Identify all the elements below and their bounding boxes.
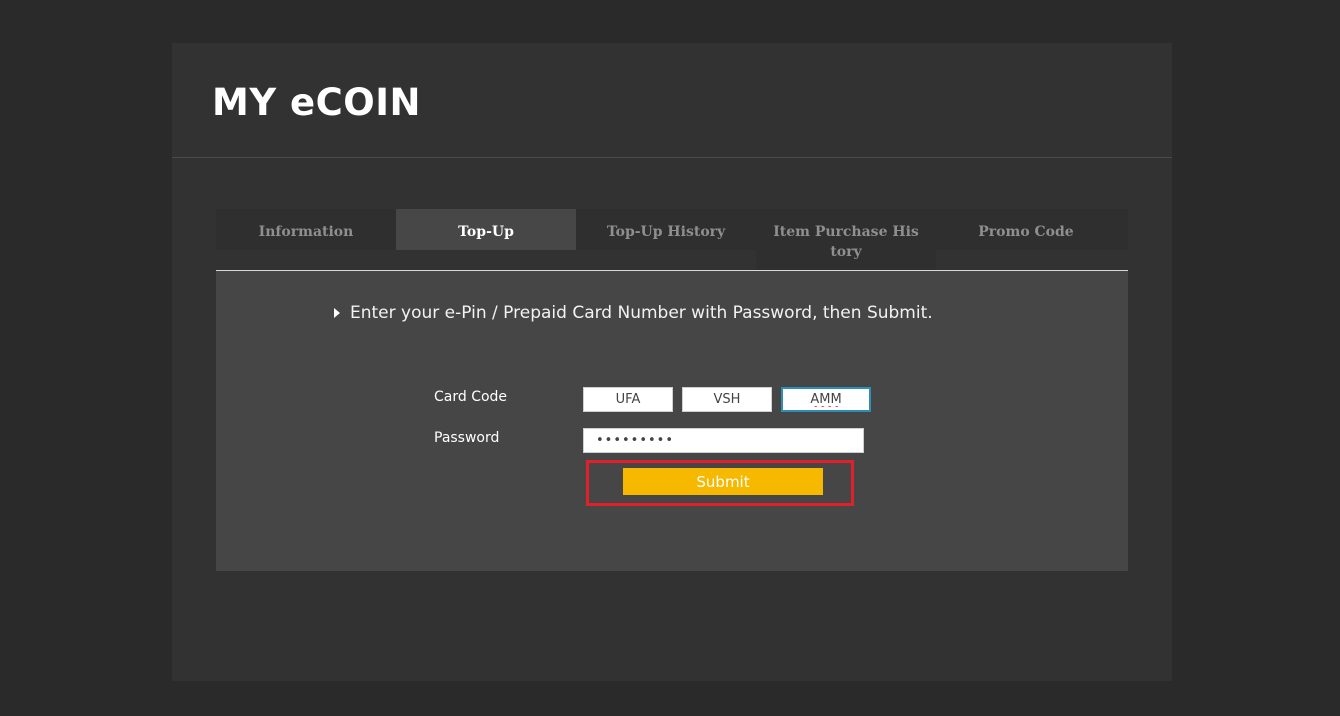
tab-top-up[interactable]: Top-Up bbox=[396, 209, 576, 250]
card-code-input-3[interactable] bbox=[781, 387, 871, 412]
instruction-text: Enter your e-Pin / Prepaid Card Number w… bbox=[334, 303, 933, 323]
tab-promo-code[interactable]: Promo Code bbox=[936, 209, 1116, 250]
card-code-input-1[interactable] bbox=[583, 387, 673, 412]
submit-button[interactable]: Submit bbox=[623, 468, 823, 495]
instruction-label: Enter your e-Pin / Prepaid Card Number w… bbox=[350, 303, 933, 323]
password-label: Password bbox=[434, 430, 500, 446]
password-input[interactable] bbox=[583, 428, 864, 453]
page-header: MY eCOIN bbox=[172, 43, 1172, 158]
triangle-right-icon bbox=[334, 308, 340, 318]
tab-top-up-history[interactable]: Top-Up History bbox=[576, 209, 756, 250]
tab-bar-filler bbox=[1116, 209, 1128, 250]
ecoin-panel: MY eCOIN Information Top-Up Top-Up Histo… bbox=[172, 43, 1172, 681]
tab-bar: Information Top-Up Top-Up History Item P… bbox=[216, 209, 1128, 271]
tab-item-purchase-history[interactable]: Item Purchase History bbox=[756, 209, 936, 270]
card-code-input-2[interactable] bbox=[682, 387, 772, 412]
top-up-form: Enter your e-Pin / Prepaid Card Number w… bbox=[216, 271, 1128, 571]
page-title: MY eCOIN bbox=[212, 81, 421, 124]
tab-information[interactable]: Information bbox=[216, 209, 396, 250]
card-code-label: Card Code bbox=[434, 389, 508, 405]
